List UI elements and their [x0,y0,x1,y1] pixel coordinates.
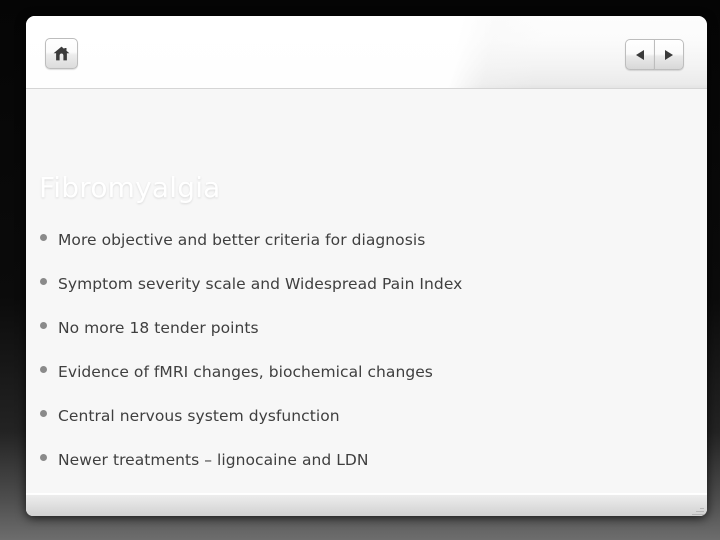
bullet-text: Central nervous system dysfunction [58,407,340,425]
slide-title: Fibromyalgia [39,171,221,204]
bullet-item: More objective and better criteria for d… [26,231,707,275]
bullet-item: Central nervous system dysfunction [26,407,707,451]
bullet-item: Symptom severity scale and Widespread Pa… [26,275,707,319]
bullet-item: Newer treatments – lignocaine and LDN [26,451,707,493]
bullet-text: No more 18 tender points [58,319,259,337]
slide-bullet-list: More objective and better criteria for d… [26,213,707,493]
bullet-text: More objective and better criteria for d… [58,231,426,249]
bullet-dot-icon [40,410,47,417]
previous-slide-button[interactable] [625,39,654,70]
resize-grip-icon[interactable] [691,503,704,516]
application-root: Fibromyalgia More objective and better c… [0,0,720,540]
slide-canvas: Fibromyalgia More objective and better c… [26,89,707,493]
bullet-dot-icon [40,454,47,461]
toolbar [26,16,707,89]
slide-navigation-group [625,39,684,70]
triangle-right-icon [665,49,673,60]
status-bar [26,493,707,516]
triangle-left-icon [636,49,644,60]
presentation-viewer-window: Fibromyalgia More objective and better c… [26,16,707,516]
bullet-text: Symptom severity scale and Widespread Pa… [58,275,463,293]
bullet-dot-icon [40,278,47,285]
bullet-item: Evidence of fMRI changes, biochemical ch… [26,363,707,407]
bullet-item: No more 18 tender points [26,319,707,363]
bullet-text: Newer treatments – lignocaine and LDN [58,451,369,469]
bullet-dot-icon [40,234,47,241]
bullet-dot-icon [40,322,47,329]
next-slide-button[interactable] [654,39,684,70]
home-icon [53,46,70,61]
home-button[interactable] [45,38,78,69]
bullet-dot-icon [40,366,47,373]
bullet-text: Evidence of fMRI changes, biochemical ch… [58,363,433,381]
slide-title-banner: Fibromyalgia [26,89,707,213]
toolbar-gloss-highlight [26,16,707,88]
